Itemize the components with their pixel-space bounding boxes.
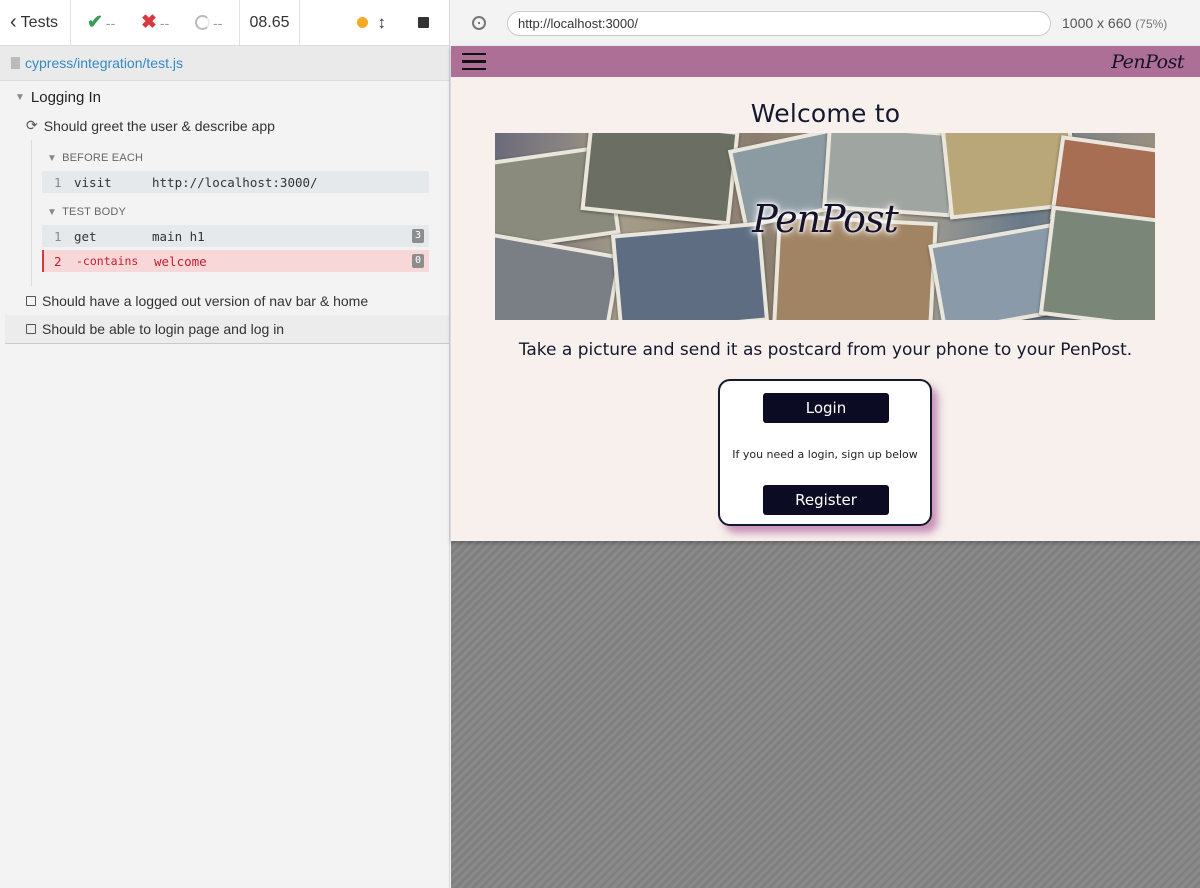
command-name: -contains: [76, 254, 139, 268]
refresh-icon: ⟳: [26, 117, 38, 133]
spec-file-link[interactable]: cypress/integration/test.js: [25, 55, 183, 71]
caret-down-icon: ▼: [47, 206, 58, 218]
viewport-scale: (75%): [1135, 17, 1168, 31]
aut-header: http://localhost:3000/ 1000 x 660 (75%): [451, 0, 1200, 46]
command-message: http://localhost:3000/: [152, 174, 318, 190]
brand-logo[interactable]: PenPost: [1111, 51, 1184, 73]
command-row[interactable]: 1 visit http://localhost:3000/: [42, 171, 429, 193]
element-count-badge: 3: [411, 229, 424, 243]
test-row[interactable]: ⟳ Should greet the user & describe app: [0, 111, 449, 140]
toggle-auto-scroll-button[interactable]: ↕: [378, 13, 387, 33]
aut-iframe-container: PenPost Welcome to PenPost Take a pictur…: [451, 46, 1200, 888]
command-name: visit: [74, 174, 112, 190]
hook-title[interactable]: ▼ TEST BODY: [42, 202, 429, 222]
command-message: welcome: [154, 253, 207, 269]
passed-value: --: [105, 14, 116, 31]
running-indicator-icon: [356, 17, 368, 28]
hook-title-text: BEFORE EACH: [62, 152, 144, 164]
passed-count: ✔ --: [87, 11, 131, 34]
stats-counts: ✔ -- ✖ -- --: [71, 0, 240, 45]
app-page: PenPost Welcome to PenPost Take a pictur…: [451, 46, 1200, 541]
reporter-header: ‹ Tests ✔ -- ✖ -- -- 08.65 ↕: [0, 0, 449, 46]
x-icon: ✖: [141, 12, 157, 33]
tests-label: Tests: [20, 13, 59, 31]
suite-title[interactable]: ▼ Logging In: [0, 83, 449, 111]
tagline: Take a picture and send it as postcard f…: [518, 340, 1133, 360]
reporter-panel: ‹ Tests ✔ -- ✖ -- -- 08.65 ↕ cypress/int…: [0, 0, 450, 888]
suite-title-text: Logging In: [30, 88, 101, 106]
test-row[interactable]: Should be able to login page and log in: [5, 315, 449, 344]
command-row-failed[interactable]: 2 -contains welcome 0: [42, 250, 429, 272]
pending-value: --: [213, 14, 223, 31]
viewport-info[interactable]: 1000 x 660 (75%): [1062, 15, 1167, 31]
hero-brand-text: PenPost: [752, 197, 899, 241]
hook-title-text: TEST BODY: [62, 206, 127, 218]
test-title: Should be able to login page and log in: [42, 321, 285, 337]
spec-file-bar: cypress/integration/test.js: [0, 46, 449, 81]
command-number: 1: [54, 228, 62, 244]
run-controls: ↕: [300, 0, 449, 45]
test-title: Should greet the user & describe app: [43, 117, 275, 134]
test-title: Should have a logged out version of nav …: [42, 292, 369, 309]
login-button[interactable]: Login: [763, 393, 889, 423]
hamburger-menu-icon[interactable]: [462, 52, 486, 71]
command-log: ▼ BEFORE EACH 1 visit http://localhost:3…: [31, 140, 449, 286]
register-button[interactable]: Register: [763, 485, 889, 515]
element-count-badge: 0: [411, 254, 424, 268]
page-title: Welcome to: [750, 99, 901, 128]
caret-down-icon: ▼: [15, 91, 25, 103]
command-row[interactable]: 1 get main h1 3: [42, 225, 429, 247]
duration: 08.65: [240, 0, 300, 45]
url-bar[interactable]: http://localhost:3000/: [507, 10, 1051, 36]
spinner-icon: [195, 15, 210, 30]
hook-title[interactable]: ▼ BEFORE EACH: [42, 148, 429, 168]
command-number: 2: [54, 253, 62, 269]
selector-playground-button[interactable]: [451, 16, 507, 30]
file-icon: [11, 57, 20, 69]
runnable-list: ▼ Logging In ⟳ Should greet the user & d…: [0, 83, 449, 344]
caret-down-icon: ▼: [47, 152, 58, 164]
checkbox-icon: [26, 324, 36, 334]
checkbox-icon: [26, 295, 36, 306]
command-message: main h1: [152, 228, 205, 244]
signup-hint: If you need a login, sign up below: [732, 448, 918, 461]
failed-count: ✖ --: [141, 11, 185, 34]
crosshair-icon: [472, 16, 486, 30]
viewport-size: 1000 x 660: [1062, 15, 1132, 31]
hero-image: PenPost: [495, 133, 1155, 320]
test-row[interactable]: Should have a logged out version of nav …: [0, 286, 449, 315]
command-name: get: [74, 228, 97, 244]
failed-value: --: [159, 14, 170, 31]
login-card: Login If you need a login, sign up below…: [718, 379, 932, 526]
tests-back-button[interactable]: ‹ Tests: [0, 0, 71, 45]
command-number: 1: [54, 174, 62, 190]
app-navbar: PenPost: [451, 46, 1200, 77]
stop-button[interactable]: [418, 17, 429, 28]
check-icon: ✔: [87, 12, 103, 33]
chevron-left-icon: ‹: [10, 11, 17, 33]
pending-count: --: [195, 15, 239, 31]
